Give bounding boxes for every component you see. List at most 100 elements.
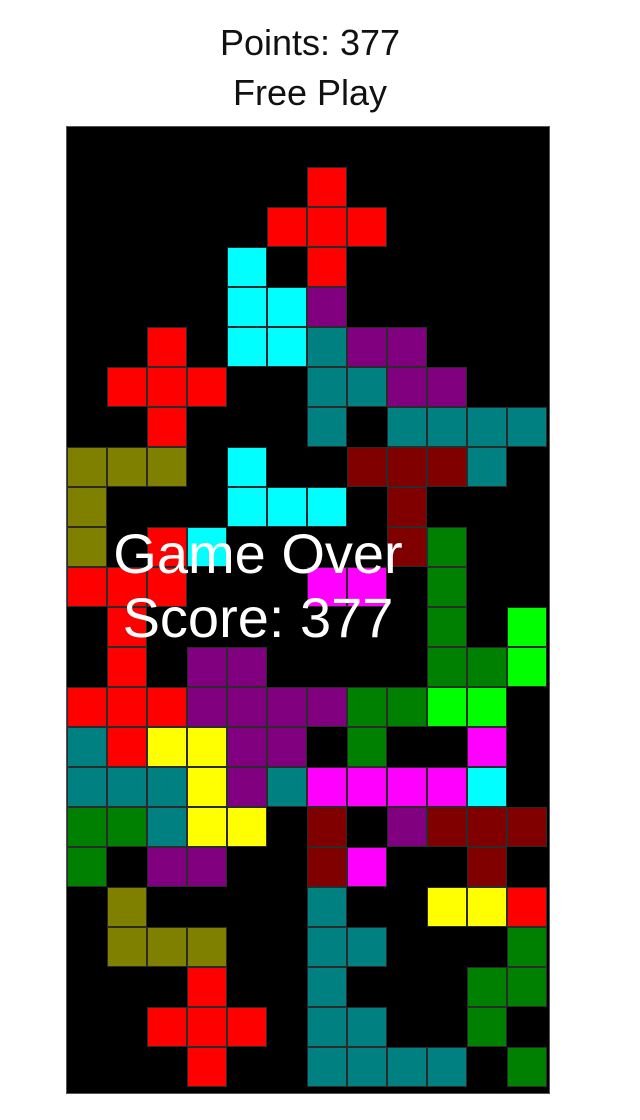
board-block — [187, 927, 227, 967]
board-block — [467, 1007, 507, 1047]
board-block — [227, 487, 267, 527]
board-block — [147, 407, 187, 447]
game-mode-label: Free Play — [232, 72, 388, 113]
board-block — [387, 1047, 427, 1087]
board-block — [427, 407, 467, 447]
board-block — [347, 687, 387, 727]
board-block — [467, 807, 507, 847]
board-block — [67, 487, 107, 527]
board-block — [187, 807, 227, 847]
board-block — [347, 567, 387, 607]
board-block — [227, 727, 267, 767]
board-block — [107, 727, 147, 767]
board-block — [427, 807, 467, 847]
board-block — [147, 767, 187, 807]
board-block — [67, 767, 107, 807]
board-block — [227, 1007, 267, 1047]
board-block — [307, 967, 347, 1007]
board-block — [107, 447, 147, 487]
board-block — [187, 847, 227, 887]
board-block — [307, 767, 347, 807]
board-block — [387, 407, 427, 447]
board-block — [187, 727, 227, 767]
board-block — [147, 727, 187, 767]
board-block — [307, 567, 347, 607]
board-block — [347, 447, 387, 487]
board-block — [147, 527, 187, 567]
board-block — [107, 567, 147, 607]
board-block — [467, 727, 507, 767]
board-block — [227, 687, 267, 727]
board-block — [187, 647, 227, 687]
board-block — [107, 647, 147, 687]
board-block — [347, 207, 387, 247]
board-block — [187, 967, 227, 1007]
board-block — [307, 927, 347, 967]
board-block — [427, 567, 467, 607]
board-block — [107, 807, 147, 847]
board-block — [227, 807, 267, 847]
board-block — [427, 447, 467, 487]
board-block — [467, 967, 507, 1007]
board-block — [307, 167, 347, 207]
board-block — [227, 647, 267, 687]
board-block — [307, 207, 347, 247]
board-block — [427, 1047, 467, 1087]
board-block — [307, 327, 347, 367]
board-block — [387, 527, 427, 567]
board-block — [467, 447, 507, 487]
board-block — [467, 407, 507, 447]
board-block — [187, 1007, 227, 1047]
board-block — [107, 767, 147, 807]
board-block — [347, 847, 387, 887]
board-block — [147, 567, 187, 607]
board-block — [187, 527, 227, 567]
board-block — [427, 527, 467, 567]
board-block — [307, 287, 347, 327]
board-block — [427, 367, 467, 407]
board-block — [387, 327, 427, 367]
board-block — [467, 847, 507, 887]
board-block — [267, 287, 307, 327]
board-block — [267, 487, 307, 527]
board-block — [227, 447, 267, 487]
board-block — [467, 647, 507, 687]
board-block — [227, 287, 267, 327]
board-block — [187, 1047, 227, 1087]
board-block — [387, 487, 427, 527]
board-block — [427, 647, 467, 687]
board-block — [427, 767, 467, 807]
board-block — [147, 847, 187, 887]
board-block — [307, 847, 347, 887]
board-block — [307, 687, 347, 727]
score-header: Points: 377 Free Play — [0, 18, 620, 118]
board-block — [67, 567, 107, 607]
board-block — [307, 887, 347, 927]
game-board[interactable] — [66, 126, 550, 1094]
board-block — [107, 687, 147, 727]
board-block — [107, 607, 147, 647]
board-block — [307, 407, 347, 447]
board-block — [387, 447, 427, 487]
board-block — [467, 767, 507, 807]
board-block — [67, 447, 107, 487]
board-block — [107, 887, 147, 927]
board-block — [507, 1047, 547, 1087]
board-block — [307, 1047, 347, 1087]
board-block — [147, 367, 187, 407]
board-block — [507, 887, 547, 927]
board-block — [507, 647, 547, 687]
board-block — [467, 887, 507, 927]
board-block — [347, 1047, 387, 1087]
board-block — [187, 367, 227, 407]
board-block — [67, 807, 107, 847]
board-block — [507, 607, 547, 647]
board-block — [147, 807, 187, 847]
board-block — [147, 327, 187, 367]
board-block — [267, 327, 307, 367]
board-block — [147, 927, 187, 967]
board-block — [387, 687, 427, 727]
board-block — [147, 687, 187, 727]
board-block — [147, 447, 187, 487]
board-block — [307, 807, 347, 847]
